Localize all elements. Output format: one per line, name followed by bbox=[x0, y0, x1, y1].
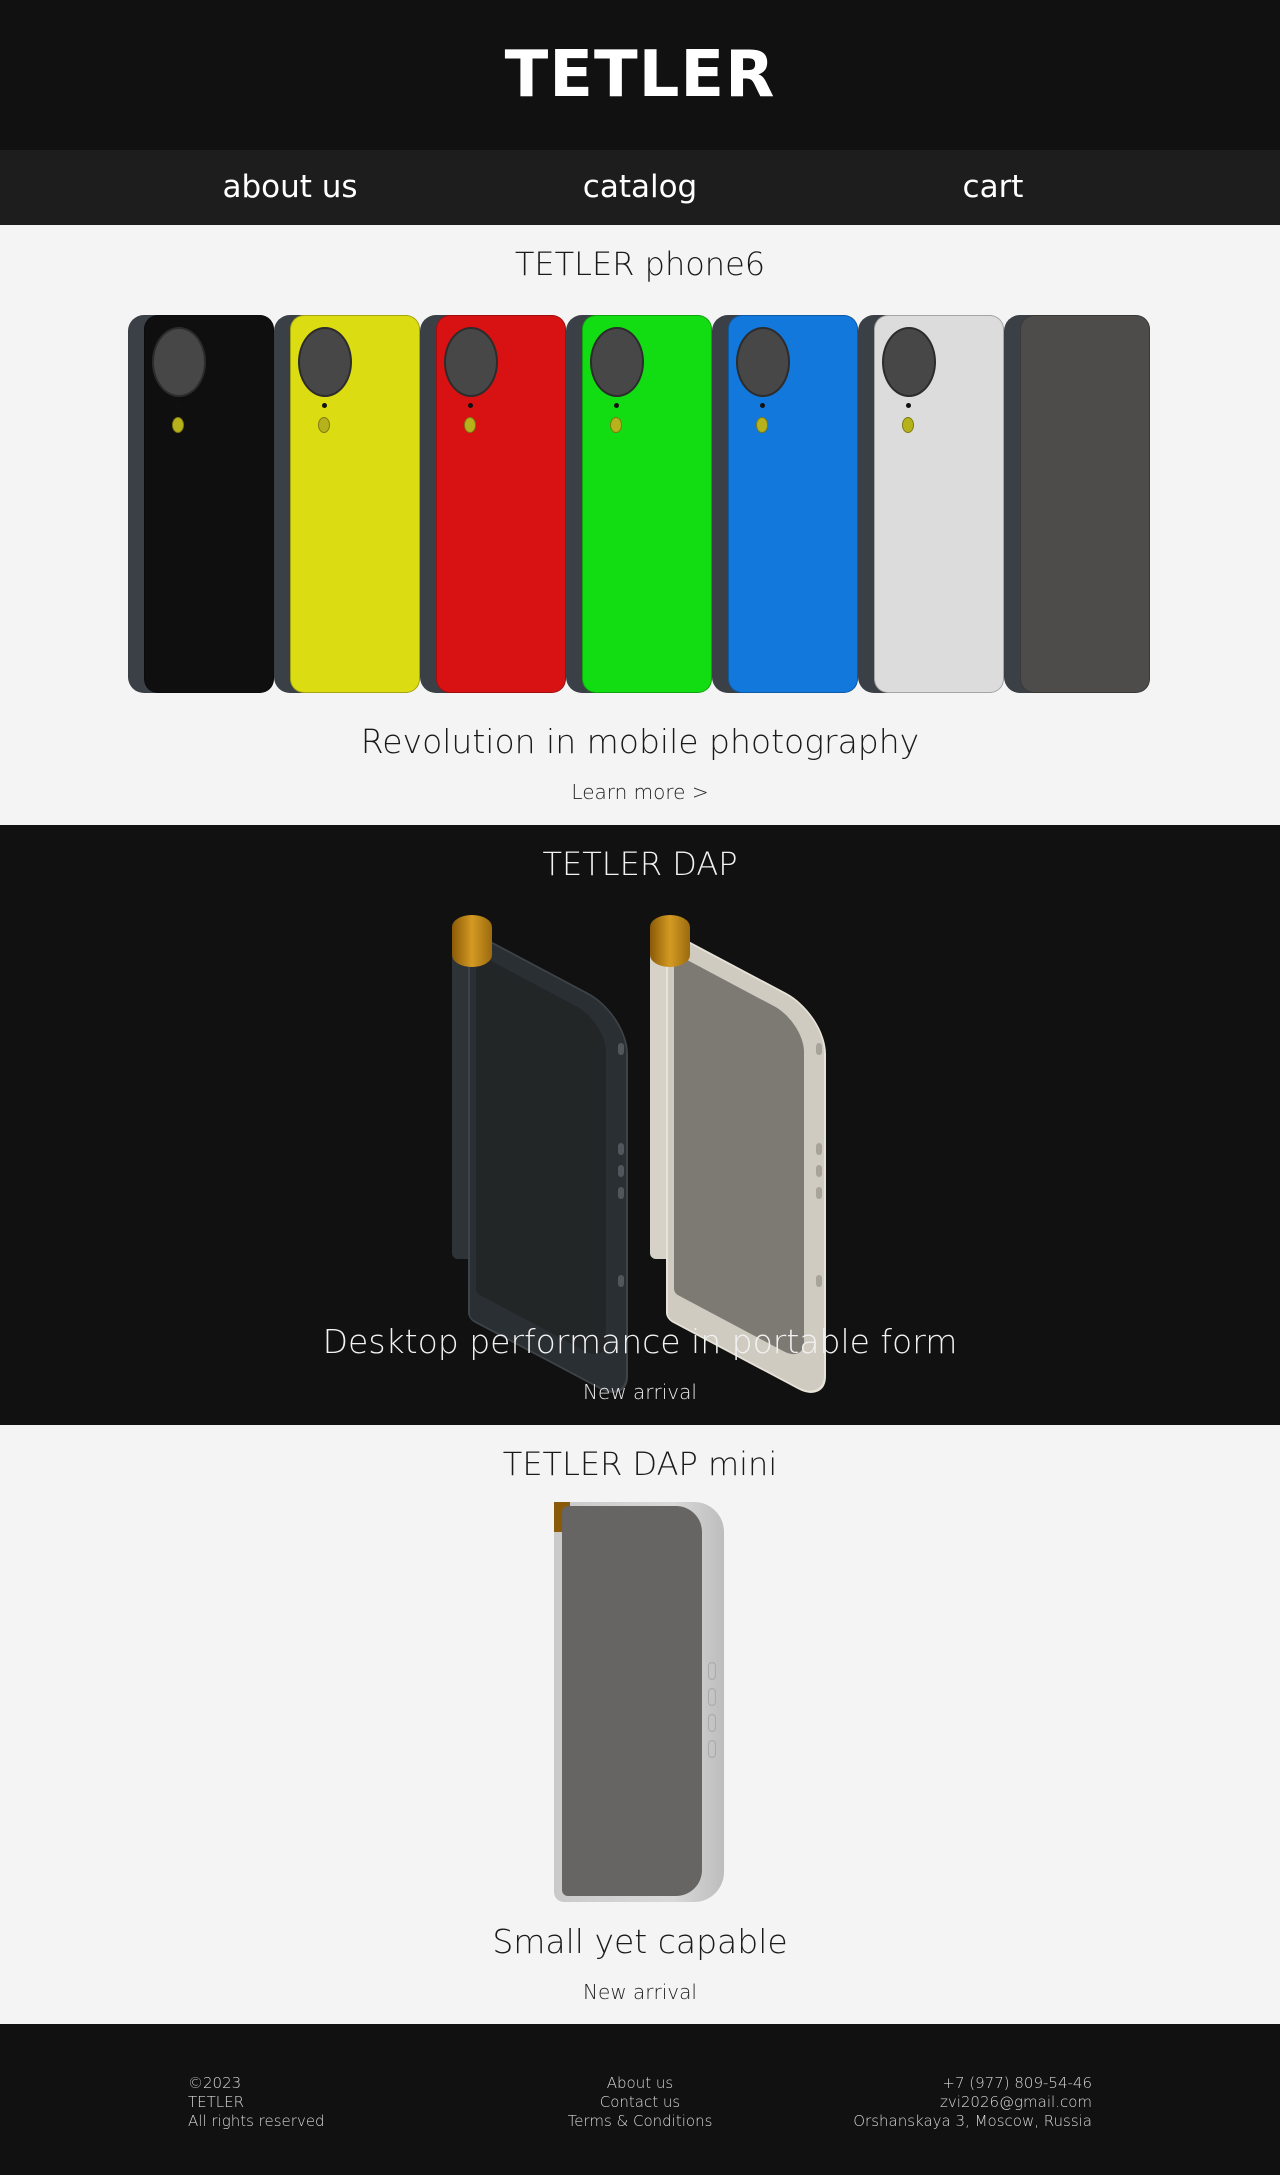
product-tagline: Revolution in mobile photography bbox=[360, 722, 920, 761]
product-title: TETLER phone6 bbox=[514, 245, 766, 283]
copyright-year: ©2023 bbox=[188, 2074, 242, 2092]
footer-link-about[interactable]: About us bbox=[540, 2074, 740, 2093]
new-arrival-link[interactable]: New arrival bbox=[0, 1380, 1280, 1404]
main-nav: about us catalog cart bbox=[0, 150, 1280, 225]
flash-icon bbox=[902, 417, 914, 433]
footer-link-contact[interactable]: Contact us bbox=[540, 2093, 740, 2112]
dap-black-image[interactable] bbox=[452, 915, 632, 1405]
camera-icon bbox=[152, 327, 206, 397]
footer-link-terms[interactable]: Terms & Conditions bbox=[540, 2112, 740, 2131]
camera-icon bbox=[882, 327, 936, 397]
product-title: TETLER DAP mini bbox=[502, 1445, 778, 1483]
product-title: TETLER DAP bbox=[542, 845, 738, 883]
site-footer: ©2023 TETLER All rights reserved About u… bbox=[0, 2024, 1280, 2175]
sensor-dot bbox=[614, 403, 619, 408]
footer-phone[interactable]: +7 (977) 809-54-46 bbox=[853, 2074, 1092, 2093]
site-header: TETLER bbox=[0, 0, 1280, 150]
sensor-dot bbox=[906, 403, 911, 408]
phone-variant[interactable] bbox=[858, 315, 1004, 693]
footer-links: About us Contact us Terms & Conditions bbox=[540, 2074, 740, 2131]
phone-variant[interactable] bbox=[420, 315, 566, 693]
flash-icon bbox=[464, 417, 476, 433]
dap-mini-image[interactable] bbox=[554, 1502, 724, 1902]
phone-variant[interactable] bbox=[274, 315, 420, 693]
footer-address: Orshanskaya 3, Moscow, Russia bbox=[853, 2112, 1092, 2130]
flash-icon bbox=[318, 417, 330, 433]
dap-silver-image[interactable] bbox=[650, 915, 830, 1405]
flash-icon bbox=[172, 417, 184, 433]
camera-icon bbox=[298, 327, 352, 397]
sensor-dot bbox=[176, 403, 181, 408]
flash-icon bbox=[610, 417, 622, 433]
rights-text: All rights reserved bbox=[188, 2112, 325, 2130]
phone-variant[interactable] bbox=[566, 315, 712, 693]
footer-copyright: ©2023 TETLER All rights reserved bbox=[188, 2074, 325, 2131]
nav-item-about-us[interactable]: about us bbox=[222, 150, 357, 225]
learn-more-link[interactable]: Learn more > bbox=[0, 780, 1280, 804]
sensor-dot bbox=[468, 403, 473, 408]
product-tagline: Desktop performance in portable form bbox=[322, 1322, 958, 1361]
sensor-dot bbox=[760, 403, 765, 408]
phone-variant[interactable] bbox=[128, 315, 274, 693]
phone-variant[interactable] bbox=[712, 315, 858, 693]
phone-variant[interactable] bbox=[1004, 315, 1150, 693]
footer-contacts: +7 (977) 809-54-46 zvi2026@gmail.com Ors… bbox=[853, 2074, 1092, 2131]
product-section-dap-mini: TETLER DAP mini Small yet capable New ar… bbox=[0, 1425, 1280, 2024]
product-section-phone6: TETLER phone6 Revolution in mobile photo… bbox=[0, 225, 1280, 825]
logo[interactable]: TETLER bbox=[505, 38, 776, 112]
phone-back bbox=[1020, 315, 1150, 693]
camera-icon bbox=[736, 327, 790, 397]
footer-brand: TETLER bbox=[188, 2093, 245, 2111]
product-tagline: Small yet capable bbox=[492, 1922, 788, 1961]
nav-item-catalog[interactable]: catalog bbox=[583, 150, 697, 225]
footer-email[interactable]: zvi2026@gmail.com bbox=[853, 2093, 1092, 2112]
product-section-dap: TETLER DAP Desktop performance in portab… bbox=[0, 825, 1280, 1425]
flash-icon bbox=[756, 417, 768, 433]
sensor-dot bbox=[322, 403, 327, 408]
new-arrival-link[interactable]: New arrival bbox=[0, 1980, 1280, 2004]
camera-icon bbox=[590, 327, 644, 397]
phone-color-gallery bbox=[128, 315, 1152, 695]
camera-icon bbox=[444, 327, 498, 397]
nav-item-cart[interactable]: cart bbox=[963, 150, 1024, 225]
